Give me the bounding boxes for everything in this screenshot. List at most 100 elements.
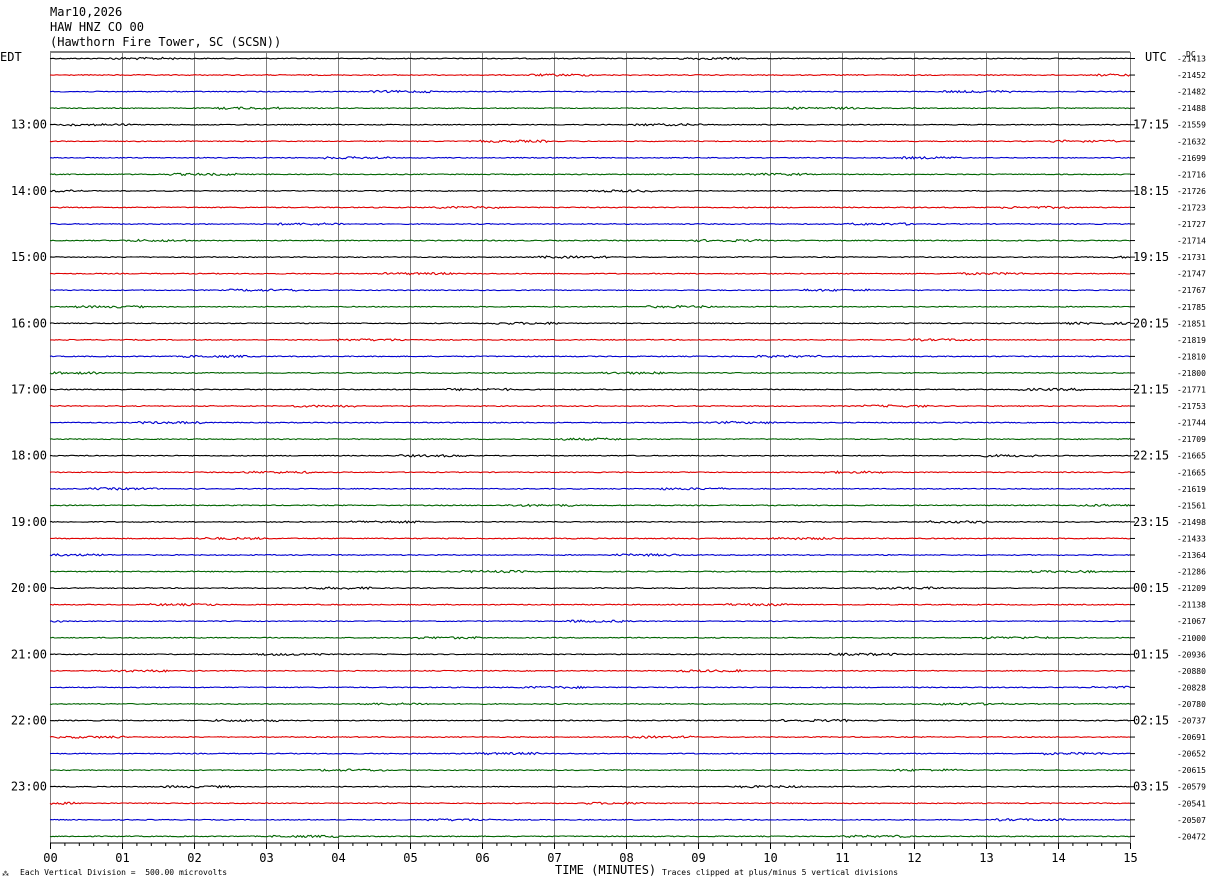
dc-offset-label: -21138 bbox=[1177, 601, 1206, 610]
dc-offset-label: -21767 bbox=[1177, 286, 1206, 295]
dc-offset-label: -21851 bbox=[1177, 319, 1206, 328]
right-hour-label: 22:15 bbox=[1133, 449, 1169, 463]
right-hour-label: 21:15 bbox=[1133, 383, 1169, 397]
seismic-trace bbox=[49, 784, 1131, 789]
seismic-trace bbox=[49, 702, 1131, 706]
seismic-trace bbox=[49, 520, 1131, 524]
dc-offset-label: -21716 bbox=[1177, 170, 1206, 179]
dc-offset-label: -21800 bbox=[1177, 369, 1206, 378]
seismic-trace bbox=[49, 371, 1131, 375]
dc-offset-label: -20615 bbox=[1177, 766, 1206, 775]
dc-offset-label: -21727 bbox=[1177, 220, 1206, 229]
right-hour-label: 02:15 bbox=[1133, 714, 1169, 728]
seismic-trace bbox=[50, 89, 1131, 94]
seismic-trace bbox=[49, 586, 1131, 590]
seismic-trace bbox=[49, 106, 1131, 111]
dc-offset-label: -21433 bbox=[1177, 534, 1206, 543]
seismic-trace bbox=[49, 56, 1131, 61]
right-hour-label: 18:15 bbox=[1133, 184, 1169, 198]
dc-offset-label: -21747 bbox=[1177, 270, 1206, 279]
dc-offset-label: -21498 bbox=[1177, 518, 1206, 527]
seismic-trace bbox=[49, 751, 1131, 756]
seismic-trace bbox=[49, 288, 1131, 292]
left-hour-label: 17:00 bbox=[11, 383, 47, 397]
logo-mark: ⁂ bbox=[2, 870, 9, 878]
seismic-trace bbox=[49, 321, 1131, 326]
seismogram-plot: 00 01 02 03 04 05 06 07 08 09 10 11 12 13 14 15-21413-2… bbox=[11, 51, 1206, 865]
dc-offset-label: -20737 bbox=[1177, 717, 1206, 726]
seismic-trace bbox=[49, 636, 1131, 640]
dc-offset-label: -20579 bbox=[1177, 783, 1206, 792]
seismic-trace bbox=[49, 486, 1131, 491]
left-hour-label: 22:00 bbox=[11, 714, 47, 728]
dc-offset-label: -21561 bbox=[1177, 501, 1206, 510]
dc-offset-label: -20507 bbox=[1177, 816, 1206, 825]
seismic-trace bbox=[49, 801, 1131, 805]
x-tick-label: 14 bbox=[1051, 851, 1065, 865]
x-tick-label: 04 bbox=[331, 851, 345, 865]
seismic-trace bbox=[49, 602, 1131, 607]
dc-offset-label: -20541 bbox=[1177, 799, 1206, 808]
seismic-trace bbox=[49, 668, 1131, 673]
seismic-trace bbox=[49, 619, 1131, 623]
seismic-trace bbox=[49, 73, 1131, 77]
dc-offset-label: -21819 bbox=[1177, 336, 1206, 345]
dc-offset-label: -21744 bbox=[1177, 419, 1206, 428]
x-tick-label: 01 bbox=[115, 851, 129, 865]
dc-offset-label: -20472 bbox=[1177, 832, 1206, 841]
dc-offset-label: -21413 bbox=[1177, 55, 1206, 64]
left-hour-label: 21:00 bbox=[11, 647, 47, 661]
dc-offset-label: -21619 bbox=[1177, 485, 1206, 494]
clip-note: Traces clipped at plus/minus 5 vertical … bbox=[662, 868, 899, 877]
seismic-trace bbox=[50, 569, 1131, 574]
seismic-trace bbox=[49, 304, 1131, 309]
seismic-trace bbox=[49, 718, 1131, 723]
seismic-trace bbox=[50, 338, 1131, 342]
left-hour-label: 15:00 bbox=[11, 250, 47, 264]
dc-offset-label: -21488 bbox=[1177, 104, 1206, 113]
dc-offset-label: -21699 bbox=[1177, 154, 1206, 163]
seismic-trace bbox=[49, 818, 1131, 822]
left-hour-label: 14:00 bbox=[11, 184, 47, 198]
dc-offset-label: -20828 bbox=[1177, 683, 1206, 692]
seismic-trace bbox=[49, 735, 1131, 739]
dc-offset-label: -21286 bbox=[1177, 568, 1206, 577]
seismic-trace bbox=[49, 553, 1131, 557]
x-tick-label: 10 bbox=[763, 851, 777, 865]
dc-offset-label: -20880 bbox=[1177, 667, 1206, 676]
x-axis-title: TIME (MINUTES) bbox=[555, 863, 657, 877]
dc-offset-label: -21364 bbox=[1177, 551, 1206, 560]
right-hour-label: 00:15 bbox=[1133, 581, 1169, 595]
seismic-trace bbox=[49, 420, 1131, 425]
dc-offset-label: -20936 bbox=[1177, 650, 1206, 659]
seismic-trace bbox=[49, 503, 1131, 508]
left-hour-label: 20:00 bbox=[11, 581, 47, 595]
dc-offset-label: -21209 bbox=[1177, 584, 1206, 593]
dc-offset-label: -21723 bbox=[1177, 203, 1206, 212]
dc-offset-label: -21771 bbox=[1177, 386, 1206, 395]
seismic-trace bbox=[49, 189, 1131, 193]
dc-offset-label: -20780 bbox=[1177, 700, 1206, 709]
seismic-trace bbox=[49, 404, 1131, 408]
seismic-trace bbox=[49, 354, 1131, 359]
x-tick-label: 11 bbox=[835, 851, 849, 865]
seismic-trace bbox=[49, 271, 1131, 276]
dc-offset-label: -20652 bbox=[1177, 750, 1206, 759]
seismic-trace bbox=[50, 768, 1131, 772]
scale-note: Each Vertical Division = 500.00 microvol… bbox=[20, 868, 228, 877]
dc-offset-label: -21665 bbox=[1177, 452, 1206, 461]
seismic-trace bbox=[49, 453, 1130, 458]
x-tick-label: 03 bbox=[259, 851, 273, 865]
x-tick-label: 00 bbox=[43, 851, 57, 865]
dc-offset-label: -20691 bbox=[1177, 733, 1206, 742]
dc-offset-label: -21714 bbox=[1177, 237, 1206, 246]
seismic-trace bbox=[49, 437, 1131, 441]
seismic-trace bbox=[49, 238, 1131, 243]
seismic-trace bbox=[49, 834, 1131, 839]
seismic-trace bbox=[49, 172, 1131, 177]
left-hour-label: 23:00 bbox=[11, 780, 47, 794]
left-hour-label: 13:00 bbox=[11, 118, 47, 132]
x-tick-label: 05 bbox=[403, 851, 417, 865]
dc-offset-label: -21559 bbox=[1177, 121, 1206, 130]
seismic-trace bbox=[49, 122, 1130, 127]
